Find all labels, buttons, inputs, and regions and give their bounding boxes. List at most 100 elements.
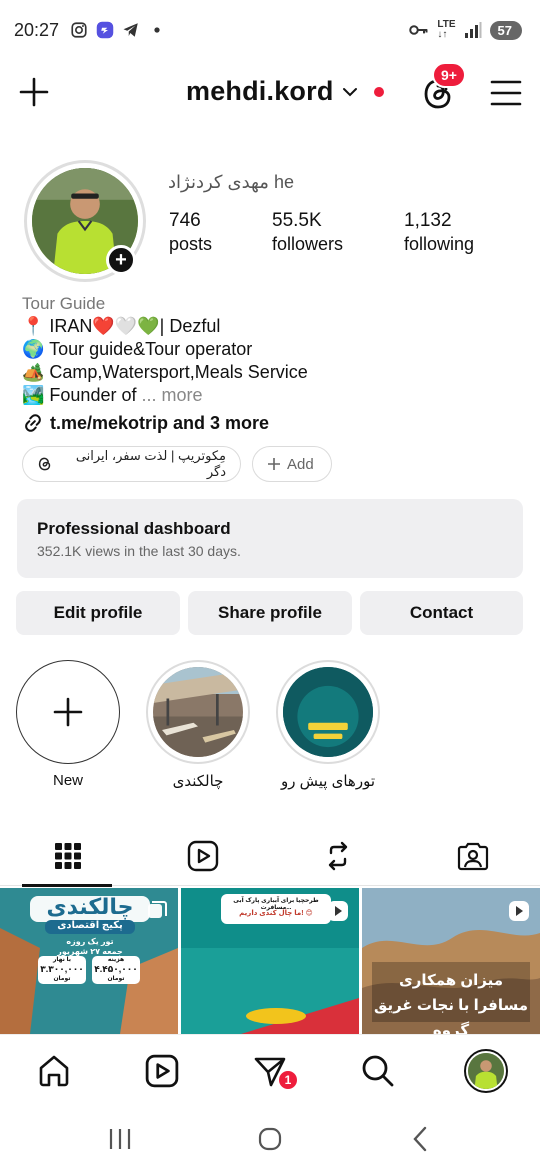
- post1-price2: ۳.۳۰۰,۰۰۰: [40, 964, 84, 974]
- professional-dashboard[interactable]: Professional dashboard 352.1K views in t…: [17, 499, 523, 578]
- reels-button[interactable]: [142, 1051, 182, 1091]
- bio-link-row[interactable]: t.me/mekotrip and 3 more: [22, 412, 522, 434]
- highlight-label: تورهای پیش رو: [280, 773, 376, 790]
- back-button[interactable]: [406, 1124, 436, 1154]
- status-system-icons: LTE ↓↑ 57: [409, 20, 522, 40]
- tab-tagged[interactable]: [405, 826, 540, 886]
- dot-icon: [154, 27, 160, 33]
- search-button[interactable]: [358, 1051, 398, 1091]
- stat-posts[interactable]: 746 posts: [169, 210, 212, 255]
- status-notification-icons: [70, 21, 166, 39]
- battery-indicator: 57: [489, 20, 522, 40]
- full-name: مهدی کردنژاد: [168, 172, 269, 192]
- reposts-icon: [328, 841, 347, 871]
- add-story-button[interactable]: +: [106, 245, 136, 275]
- recents-icon: [109, 1129, 131, 1149]
- system-home-button[interactable]: [255, 1124, 285, 1154]
- reel-indicator-icon: [509, 901, 529, 921]
- posts-grid: چالکندی پکیج اقتصادی تور یک روزه جمعه ۲۷…: [0, 888, 540, 1034]
- threads-small-icon: [38, 457, 51, 471]
- bio-link[interactable]: t.me/mekotrip and 3 more: [50, 413, 269, 434]
- profile-avatar-image: [468, 1053, 504, 1089]
- post-thumbnail[interactable]: چالکندی پکیج اقتصادی تور یک روزه جمعه ۲۷…: [0, 888, 178, 1034]
- post1-line1: تور یک روزه: [66, 937, 114, 946]
- post1-price1: ۴.۴۵۰,۰۰۰: [94, 964, 138, 974]
- bio-ellipsis: ...: [136, 385, 162, 405]
- bio-line-truncated: 🏞️ Founder of ... more: [22, 384, 522, 407]
- home-button[interactable]: [34, 1051, 74, 1091]
- top-nav: mehdi.kord 9+: [0, 62, 540, 124]
- tab-reposts[interactable]: [270, 826, 405, 886]
- reel-indicator-icon: [328, 901, 348, 921]
- highlight-ring: [146, 660, 250, 764]
- highlight-cover: [283, 667, 373, 757]
- bio-more-link[interactable]: more: [161, 385, 202, 405]
- highlight-new[interactable]: New: [15, 660, 121, 789]
- post1-price1-label: هزینه: [107, 957, 125, 963]
- post-thumbnail[interactable]: طرحچیا برای آبباری پارک آبی مسافرت... ما…: [181, 888, 359, 1034]
- bio: Tour Guide 📍 IRAN❤️🤍💚| Dezful 🌍 Tour gui…: [22, 293, 522, 434]
- highlight-ring: [276, 660, 380, 764]
- highlight-upcoming-tours[interactable]: تورهای پیش رو: [275, 660, 381, 790]
- stat-label: followers: [272, 234, 344, 254]
- tab-grid[interactable]: [0, 826, 135, 887]
- highlight-cover: [153, 667, 243, 757]
- full-name-row: مهدی کردنژاد he: [168, 172, 294, 193]
- chevron-down-icon: [342, 87, 357, 96]
- menu-icon[interactable]: [490, 78, 522, 108]
- plus-icon[interactable]: [18, 76, 50, 108]
- username: mehdi.kord: [186, 76, 334, 106]
- highlight-cover-image: [153, 667, 243, 757]
- link-icon: [25, 414, 41, 432]
- home-circle-icon: [258, 1127, 282, 1151]
- profile-tabs: [0, 826, 540, 887]
- carousel-icon: [148, 901, 167, 918]
- bio-line: 🏕️ Camp,Watersport,Meals Service: [22, 362, 308, 382]
- tagged-icon: [457, 842, 488, 871]
- post-thumbnail[interactable]: میزان همکاری مسافرا با نجات غریق گروه: [362, 888, 540, 1034]
- signal-icon: [464, 22, 482, 38]
- home-icon: [39, 1055, 69, 1087]
- post1-title: چالکندی: [46, 894, 134, 919]
- tab-active-indicator: [22, 884, 112, 887]
- share-profile-button[interactable]: Share profile: [188, 591, 352, 635]
- reels-icon: [145, 1054, 179, 1088]
- stat-followers[interactable]: 55.5K followers: [272, 210, 343, 255]
- dashboard-title: Professional dashboard: [37, 519, 231, 538]
- messages-badge: 1: [277, 1069, 299, 1091]
- account-switcher[interactable]: mehdi.kord: [186, 76, 384, 107]
- network-type: LTE ↓↑: [437, 19, 456, 40]
- threads-badge: 9+: [432, 62, 466, 88]
- post1-currency: تومان: [53, 976, 71, 982]
- app-icon: [96, 21, 114, 39]
- post1-line2: جمعه ۲۷ شهریور: [57, 947, 123, 956]
- stat-value: 55.5K: [272, 210, 322, 231]
- highlight-cover-image: [283, 667, 373, 757]
- bio-line: 📍 IRAN❤️🤍💚| Dezful: [22, 316, 221, 336]
- stat-value: 1,132: [404, 210, 452, 231]
- stat-following[interactable]: 1,132 following: [404, 210, 474, 255]
- edit-profile-button[interactable]: Edit profile: [16, 591, 180, 635]
- dashboard-subtitle: 352.1K views in the last 30 days.: [37, 543, 241, 559]
- notification-dot: [373, 86, 384, 97]
- post1-currency: تومان: [107, 976, 125, 982]
- highlight-chalkandi[interactable]: چالکندی: [145, 660, 251, 790]
- post1-subtitle: پکیج اقتصادی: [57, 920, 123, 931]
- key-icon: [409, 25, 428, 35]
- tab-reels[interactable]: [135, 826, 270, 886]
- threads-chip-label: مِکوتریپ | لذت سفر، ایرانی دگر: [75, 448, 226, 479]
- profile-avatar[interactable]: [464, 1049, 508, 1093]
- stat-label: posts: [169, 234, 213, 254]
- recents-button[interactable]: [105, 1124, 135, 1154]
- search-icon: [362, 1055, 394, 1087]
- new-highlight-circle: [16, 660, 120, 764]
- bio-category: Tour Guide: [22, 294, 106, 313]
- pronouns: he: [273, 172, 294, 192]
- threads-chip[interactable]: مِکوتریپ | لذت سفر، ایرانی دگر: [22, 446, 241, 482]
- stat-value: 746: [169, 210, 201, 231]
- plus-small-icon: [268, 458, 280, 470]
- add-chip[interactable]: Add: [252, 446, 332, 482]
- stat-label: following: [404, 234, 475, 254]
- add-chip-label: Add: [287, 455, 314, 473]
- contact-button[interactable]: Contact: [360, 591, 523, 635]
